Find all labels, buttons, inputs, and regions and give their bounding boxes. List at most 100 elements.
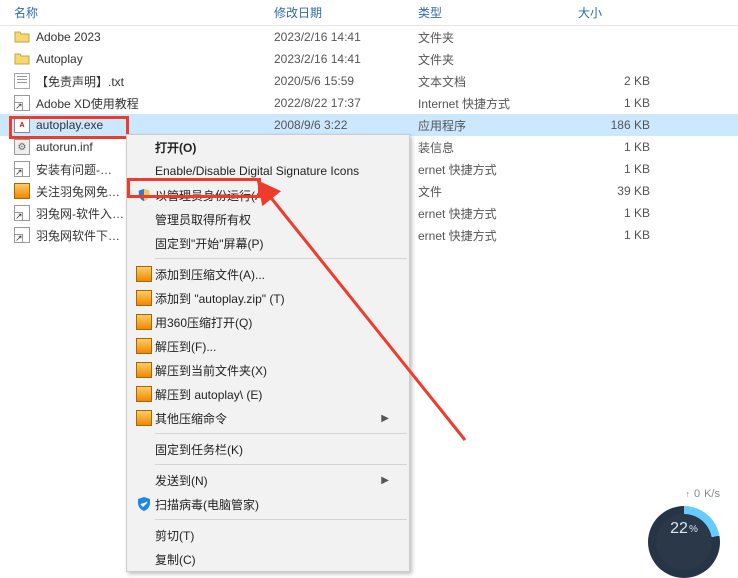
file-row[interactable]: 【免责声明】.txt 2020/5/6 15:59文本文档2 KB — [0, 70, 738, 92]
menu-item[interactable]: 解压到(F)... — [127, 334, 409, 358]
archive-icon — [136, 266, 152, 282]
file-name: Adobe XD使用教程 — [36, 95, 139, 112]
archive-icon — [136, 314, 152, 330]
gauge-value: 22 — [670, 520, 688, 538]
header-name[interactable]: 名称 — [14, 4, 274, 21]
header-size[interactable]: 大小 — [578, 4, 658, 21]
folder-icon — [14, 29, 30, 45]
shortcut-icon — [14, 161, 30, 177]
file-size: 1 KB — [578, 162, 658, 176]
header-date[interactable]: 修改日期 — [274, 4, 418, 21]
menu-item[interactable]: 扫描病毒(电脑管家) — [127, 492, 409, 516]
file-name: autoplay.exe — [36, 118, 103, 132]
menu-item-label: 打开(O) — [155, 139, 389, 156]
file-name: 羽兔网-软件入… — [36, 205, 124, 222]
file-date: 2020/5/6 15:59 — [274, 74, 418, 88]
menu-item[interactable]: 固定到任务栏(K) — [127, 437, 409, 461]
file-type: 文本文档 — [418, 73, 578, 90]
file-date: 2022/8/22 17:37 — [274, 96, 418, 110]
shortcut-icon — [14, 205, 30, 221]
file-row[interactable]: Aautoplay.exe 2008/9/6 3:22应用程序186 KB — [0, 114, 738, 136]
menu-item[interactable]: 剪切(T) — [127, 523, 409, 547]
upload-icon: ↑ — [685, 489, 690, 499]
file-size: 1 KB — [578, 206, 658, 220]
menu-separator — [155, 258, 407, 259]
archive-icon — [14, 183, 30, 199]
menu-separator — [155, 519, 407, 520]
folder-icon — [14, 51, 30, 67]
menu-item-label: 解压到当前文件夹(X) — [155, 362, 389, 379]
file-size: 39 KB — [578, 184, 658, 198]
menu-item-label: 扫描病毒(电脑管家) — [155, 496, 389, 513]
context-menu: 打开(O) Enable/Disable Digital Signature Ic… — [126, 134, 410, 572]
menu-item[interactable]: 其他压缩命令▶ — [127, 406, 409, 430]
menu-item[interactable]: 发送到(N)▶ — [127, 468, 409, 492]
file-date: 2023/2/16 14:41 — [274, 52, 418, 66]
menu-item[interactable]: 添加到压缩文件(A)... — [127, 262, 409, 286]
menu-item-label: 添加到 "autoplay.zip" (T) — [155, 290, 389, 307]
shield-icon — [136, 187, 152, 203]
archive-icon — [136, 290, 152, 306]
menu-item[interactable]: 管理员取得所有权 — [127, 207, 409, 231]
file-row[interactable]: Adobe XD使用教程 2022/8/22 17:37Internet 快捷方式… — [0, 92, 738, 114]
menu-item[interactable]: Enable/Disable Digital Signature Icons — [127, 159, 409, 183]
archive-icon — [136, 386, 152, 402]
menu-item-label: 管理员取得所有权 — [155, 211, 389, 228]
menu-item[interactable]: 以管理员身份运行(A) — [127, 183, 409, 207]
archive-icon — [136, 338, 152, 354]
menu-item-label: 用360压缩打开(Q) — [155, 314, 389, 331]
file-size: 186 KB — [578, 118, 658, 132]
file-type: Internet 快捷方式 — [418, 95, 578, 112]
speed-value: 0 — [694, 488, 700, 500]
column-headers: 名称 修改日期 类型 大小 — [0, 0, 738, 26]
file-name: 羽兔网软件下… — [36, 227, 120, 244]
submenu-arrow-icon: ▶ — [381, 475, 389, 486]
menu-separator — [155, 464, 407, 465]
menu-item-label: 解压到(F)... — [155, 338, 389, 355]
file-type: ernet 快捷方式 — [418, 227, 578, 244]
menu-item-label: 发送到(N) — [155, 472, 381, 489]
file-row[interactable]: Autoplay 2023/2/16 14:41文件夹 — [0, 48, 738, 70]
menu-separator — [155, 433, 407, 434]
menu-item[interactable]: 复制(C) — [127, 547, 409, 571]
file-size: 1 KB — [578, 228, 658, 242]
header-type[interactable]: 类型 — [418, 4, 578, 21]
menu-item-label: 固定到任务栏(K) — [155, 441, 389, 458]
file-type: ernet 快捷方式 — [418, 161, 578, 178]
speed-unit: K/s — [704, 488, 720, 500]
file-date: 2008/9/6 3:22 — [274, 118, 418, 132]
menu-item[interactable]: 固定到"开始"屏幕(P) — [127, 231, 409, 255]
file-size: 1 KB — [578, 96, 658, 110]
file-type: 文件夹 — [418, 51, 578, 68]
file-name: Autoplay — [36, 52, 83, 66]
file-name: 安装有问题-… — [36, 161, 112, 178]
adobe-exe-icon: A — [14, 117, 30, 133]
menu-item[interactable]: 打开(O) — [127, 135, 409, 159]
menu-item[interactable]: 用360压缩打开(Q) — [127, 310, 409, 334]
file-type: 文件夹 — [418, 29, 578, 46]
submenu-arrow-icon: ▶ — [381, 413, 389, 424]
menu-item-label: 以管理员身份运行(A) — [155, 187, 389, 204]
file-name: 【免责声明】.txt — [36, 73, 124, 90]
file-name: 关注羽兔网免… — [36, 183, 120, 200]
file-name: Adobe 2023 — [36, 30, 101, 44]
file-size: 2 KB — [578, 74, 658, 88]
menu-item[interactable]: 解压到 autoplay\ (E) — [127, 382, 409, 406]
file-type: ernet 快捷方式 — [418, 205, 578, 222]
file-type: 应用程序 — [418, 117, 578, 134]
network-speed: ↑ 0 K/s — [685, 488, 720, 500]
menu-item[interactable]: 添加到 "autoplay.zip" (T) — [127, 286, 409, 310]
menu-item-label: 其他压缩命令 — [155, 410, 381, 427]
menu-item-label: 固定到"开始"屏幕(P) — [155, 235, 389, 252]
text-file-icon — [14, 73, 30, 89]
archive-icon — [136, 362, 152, 378]
file-row[interactable]: Adobe 20232023/2/16 14:41文件夹 — [0, 26, 738, 48]
file-type: 装信息 — [418, 139, 578, 156]
menu-item[interactable]: 解压到当前文件夹(X) — [127, 358, 409, 382]
scan-icon — [136, 496, 152, 512]
file-name: autorun.inf — [36, 140, 93, 154]
performance-gauge[interactable]: 22% — [648, 502, 720, 550]
file-size: 1 KB — [578, 140, 658, 154]
menu-item-label: 添加到压缩文件(A)... — [155, 266, 389, 283]
menu-item-label: 剪切(T) — [155, 527, 389, 544]
